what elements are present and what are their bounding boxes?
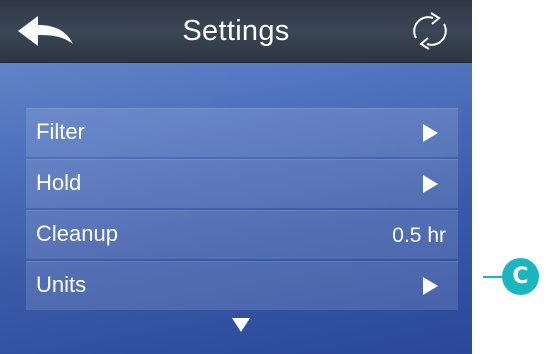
settings-item-label: Cleanup <box>36 221 118 246</box>
down-arrow-icon[interactable] <box>232 318 250 332</box>
right-arrow-icon <box>423 277 438 295</box>
header-bar: Settings <box>0 0 472 63</box>
settings-item-label: Filter <box>36 119 85 144</box>
page-title: Settings <box>182 15 290 47</box>
device-screen: Settings Filter Hold Cleanup 0.5 hr Unit… <box>0 0 472 354</box>
settings-item-label: Units <box>36 272 87 297</box>
back-arrow-icon[interactable] <box>16 14 76 48</box>
settings-item-cleanup[interactable]: Cleanup 0.5 hr <box>26 210 458 259</box>
right-arrow-icon <box>423 124 438 142</box>
settings-item-label: Hold <box>36 170 82 195</box>
settings-item-units[interactable]: Units <box>26 261 458 310</box>
settings-item-hold[interactable]: Hold <box>26 159 458 208</box>
settings-item-filter[interactable]: Filter <box>26 108 458 157</box>
refresh-icon[interactable] <box>408 11 452 51</box>
callout-badge: C <box>502 258 539 295</box>
callout-line <box>483 276 503 278</box>
cleanup-value: 0.5 hr <box>392 224 446 247</box>
right-arrow-icon <box>423 175 438 193</box>
settings-list: Filter Hold Cleanup 0.5 hr Units <box>26 108 458 312</box>
